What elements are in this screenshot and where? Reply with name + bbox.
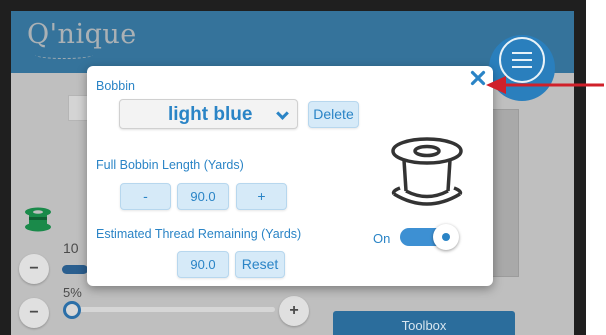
remaining-value[interactable]: 90.0 [177, 251, 229, 278]
reset-button[interactable]: Reset [235, 251, 285, 278]
speed-slider-track[interactable] [65, 307, 275, 312]
background-panel [489, 109, 519, 277]
bobbin-select-value: light blue [168, 104, 253, 125]
toggle-label: On [373, 231, 391, 246]
annotation-arrow-icon [484, 74, 606, 101]
bobbin-dialog: Bobbin light blue Delete Full Bobbin Len… [87, 66, 493, 286]
progress-label: 10 [63, 240, 79, 256]
chevron-down-icon [276, 107, 289, 120]
toolbox-tab[interactable]: Toolbox [333, 311, 515, 335]
bobbin-toggle-switch[interactable] [400, 224, 459, 250]
delete-button[interactable]: Delete [308, 101, 359, 128]
speed-slider-thumb[interactable] [63, 301, 81, 319]
bobbin-label: Bobbin [96, 79, 135, 93]
speed-label: 5% [63, 285, 82, 300]
thread-spool-icon [382, 136, 472, 223]
bobbin-select[interactable]: light blue [119, 99, 298, 129]
increase-speed-button[interactable]: + [279, 296, 309, 326]
decrease-length-button[interactable]: - [120, 183, 171, 210]
remaining-label: Estimated Thread Remaining (Yards) [96, 227, 302, 241]
decrease-speed-button[interactable]: − [19, 298, 49, 328]
bobbin-spool-icon [23, 207, 53, 238]
decrease-progress-button[interactable]: − [19, 254, 49, 284]
full-length-label: Full Bobbin Length (Yards) [96, 158, 244, 172]
increase-length-button[interactable]: + [236, 183, 287, 210]
progress-bar [62, 265, 88, 274]
toggle-knob [433, 224, 459, 250]
full-length-value[interactable]: 90.0 [177, 183, 229, 210]
